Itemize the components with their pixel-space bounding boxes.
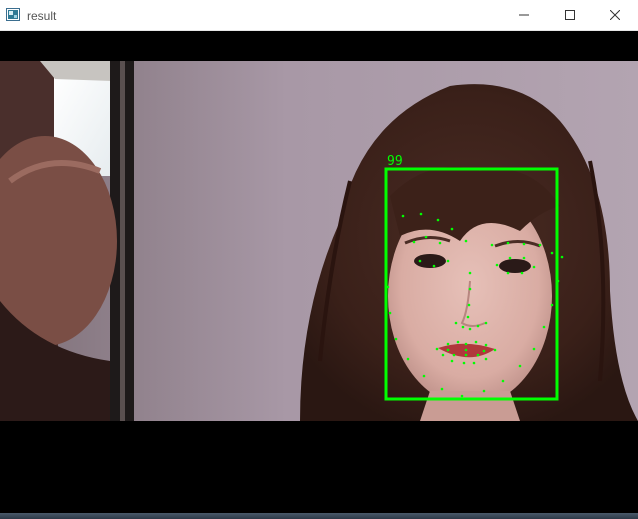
landmark [456, 340, 460, 344]
landmark [560, 255, 564, 259]
landmark [412, 240, 416, 244]
landmark [556, 279, 560, 283]
result-window: result 99 [0, 0, 638, 519]
confidence-label: 99 [387, 154, 403, 169]
landmark [506, 241, 510, 245]
landmark [432, 264, 436, 268]
landmark [467, 303, 471, 307]
landmark [418, 259, 422, 263]
landmark [468, 327, 472, 331]
landmark [484, 321, 488, 325]
door-edge [120, 61, 125, 421]
landmark [464, 353, 468, 357]
landmark [422, 374, 426, 378]
close-icon [609, 7, 621, 25]
close-button[interactable] [592, 0, 638, 31]
landmark [436, 218, 440, 222]
landmark [450, 359, 454, 363]
landmark [394, 337, 398, 341]
landmark [446, 259, 450, 263]
landmark [468, 287, 472, 291]
maximize-button[interactable] [547, 0, 593, 31]
landmark [482, 349, 486, 353]
landmark [454, 321, 458, 325]
landmark [490, 243, 494, 247]
landmark [538, 243, 542, 247]
landmark [495, 263, 499, 267]
landmark [384, 231, 388, 235]
landmark [532, 265, 536, 269]
neck [420, 391, 520, 421]
landmark [508, 256, 512, 260]
window-title: result [27, 9, 57, 23]
maximize-icon [565, 7, 575, 25]
landmark [406, 357, 410, 361]
landmark [464, 342, 468, 346]
landmark [550, 303, 554, 307]
landmark [520, 271, 524, 275]
landmark [452, 353, 456, 357]
right-eye [499, 259, 531, 273]
landmark [493, 348, 497, 352]
landmark [388, 311, 392, 315]
title-bar[interactable]: result [0, 0, 638, 31]
landmark [441, 353, 445, 357]
landmark [532, 347, 536, 351]
landmark [446, 342, 450, 346]
landmark [476, 324, 480, 328]
landmark [450, 227, 454, 231]
landmark [464, 239, 468, 243]
landmark [446, 348, 450, 352]
landmark [542, 325, 546, 329]
landmark [476, 353, 480, 357]
landmark [550, 251, 554, 255]
landmark [435, 347, 439, 351]
landmark [460, 394, 464, 398]
landmark [462, 361, 466, 365]
landmark [438, 241, 442, 245]
camera-frame: 99 [0, 61, 638, 421]
landmark [466, 315, 470, 319]
landmark [522, 242, 526, 246]
landmark [384, 259, 388, 263]
landmark [468, 271, 472, 275]
minimize-icon [519, 7, 529, 25]
landmark [484, 357, 488, 361]
landmark [501, 379, 505, 383]
landmark [464, 348, 468, 352]
landmark [518, 364, 522, 368]
landmark [506, 271, 510, 275]
taskbar-edge [0, 513, 638, 519]
landmark [472, 361, 476, 365]
landmark [419, 212, 423, 216]
landmark [522, 256, 526, 260]
landmark [401, 214, 405, 218]
landmark [440, 387, 444, 391]
landmark [474, 340, 478, 344]
landmark [482, 389, 486, 393]
minimize-button[interactable] [501, 0, 547, 31]
landmark [424, 235, 428, 239]
landmark [461, 325, 465, 329]
landmark [484, 343, 488, 347]
landmark [386, 285, 390, 289]
app-icon [6, 8, 20, 21]
